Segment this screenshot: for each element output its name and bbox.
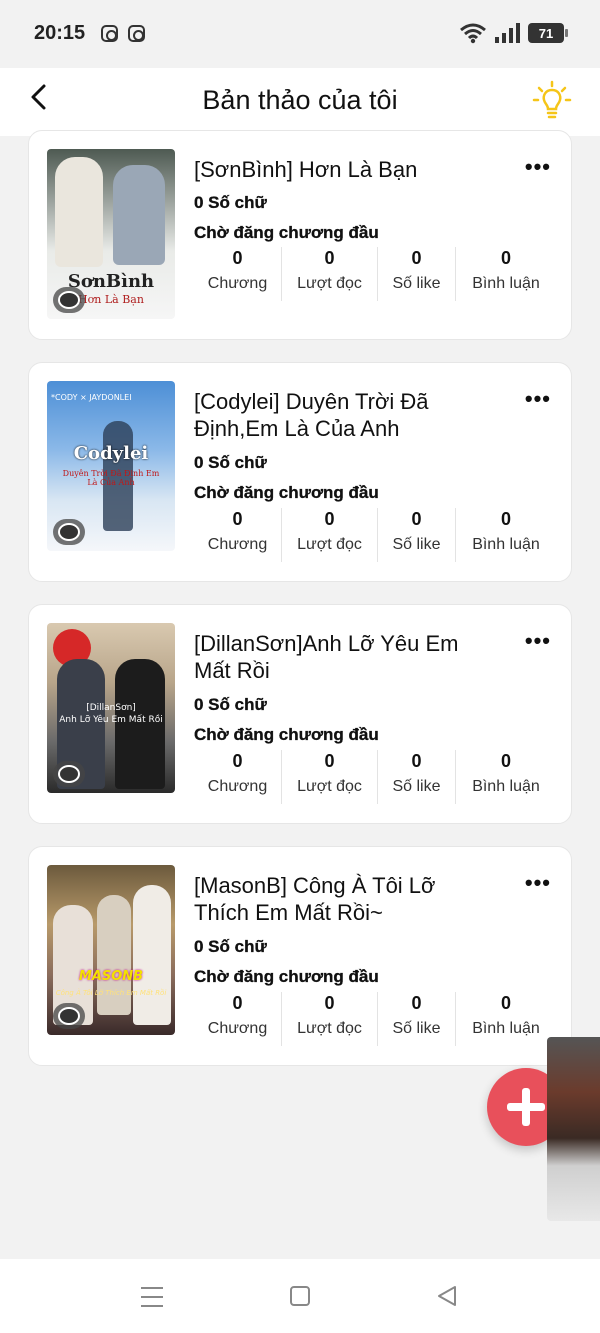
stat-likes: 0 Số like: [378, 508, 456, 562]
stat-reads: 0 Lượt đọc: [282, 750, 378, 804]
cover-title: Codylei: [73, 443, 149, 464]
nav-back-icon[interactable]: [436, 1285, 458, 1307]
more-horizontal-icon[interactable]: •••: [525, 630, 551, 652]
stat-comments: 0 Bình luận: [472, 993, 540, 1037]
story-title[interactable]: [DillanSơn]Anh Lỡ Yêu Em Mất Rồi: [194, 630, 494, 684]
story-cover: [DillanSơn] Anh Lỡ Yêu Em Mất Rồi: [47, 623, 175, 793]
word-count: 0 Số chữ: [194, 937, 267, 956]
stat-likes: 0 Số like: [378, 750, 456, 804]
stat-comments: 0 Bình luận: [472, 248, 540, 292]
recent-apps-icon[interactable]: [141, 1287, 163, 1307]
story-stats: 0 Chương 0 Lượt đọc 0 Số like 0 Bình luận: [194, 992, 564, 1046]
word-count: 0 Số chữ: [194, 453, 267, 472]
draft-status: Chờ đăng chương đầu: [194, 967, 379, 986]
story-cover: *CODY × JAYDONLEI Codylei Duyên Trời Đã …: [47, 381, 175, 551]
wifi-icon: [460, 23, 486, 44]
comment-bubble-icon: [53, 761, 85, 787]
plus-icon: [507, 1088, 545, 1126]
cover-tag: *CODY × JAYDONLEI: [51, 393, 132, 402]
story-title[interactable]: [MasonB] Công À Tôi Lỡ Thích Em Mất Rồi~: [194, 872, 494, 926]
story-title[interactable]: [SơnBình] Hơn Là Bạn: [194, 156, 494, 183]
story-title[interactable]: [Codylei] Duyên Trời Đã Định,Em Là Của A…: [194, 388, 494, 442]
more-horizontal-icon[interactable]: •••: [525, 872, 551, 894]
comment-bubble-icon: [53, 519, 85, 545]
cover-subtitle: Công À Tôi Lỡ Thích Em Mất Rồi: [55, 989, 167, 997]
draft-status: Chờ đăng chương đầu: [194, 223, 379, 242]
more-horizontal-icon[interactable]: •••: [525, 388, 551, 410]
comment-bubble-icon: [53, 1003, 85, 1029]
stat-chapters: 0 Chương: [194, 247, 282, 301]
draft-status: Chờ đăng chương đầu: [194, 725, 379, 744]
draft-card[interactable]: *CODY × JAYDONLEI Codylei Duyên Trời Đã …: [28, 362, 572, 582]
status-icons: 71: [459, 22, 568, 44]
word-count: 0 Số chữ: [194, 193, 267, 212]
instagram-icon: [128, 25, 145, 42]
draft-status: Chờ đăng chương đầu: [194, 483, 379, 502]
battery-icon: 71: [528, 23, 568, 43]
story-cover: SơnBình Hơn Là Bạn: [47, 149, 175, 319]
draft-card[interactable]: MASONB Công À Tôi Lỡ Thích Em Mất Rồi [M…: [28, 846, 572, 1066]
cover-title: MASONB: [78, 969, 144, 984]
story-stats: 0 Chương 0 Lượt đọc 0 Số like 0 Bình luận: [194, 750, 564, 804]
story-cover: MASONB Công À Tôi Lỡ Thích Em Mất Rồi: [47, 865, 175, 1035]
lightbulb-icon[interactable]: [532, 80, 572, 120]
draft-card[interactable]: SơnBình Hơn Là Bạn [SơnBình] Hơn Là Bạn …: [28, 130, 572, 340]
stat-reads: 0 Lượt đọc: [282, 992, 378, 1046]
status-time: 20:15: [34, 22, 86, 44]
stat-likes: 0 Số like: [378, 992, 456, 1046]
stat-chapters: 0 Chương: [194, 992, 282, 1046]
floating-video-preview[interactable]: [547, 1037, 600, 1221]
page-title: Bản thảo của tôi: [202, 85, 398, 115]
home-icon[interactable]: [290, 1286, 310, 1306]
status-bar: 20:15 71: [0, 0, 600, 68]
stat-reads: 0 Lượt đọc: [282, 247, 378, 301]
stat-likes: 0 Số like: [378, 247, 456, 301]
comment-bubble-icon: [53, 287, 85, 313]
instagram-icon: [101, 25, 118, 42]
app-header: Bản thảo của tôi: [0, 68, 600, 136]
cover-subtitle: Anh Lỡ Yêu Em Mất Rồi: [59, 715, 163, 725]
stat-chapters: 0 Chương: [194, 508, 282, 562]
word-count: 0 Số chữ: [194, 695, 267, 714]
stat-comments: 0 Bình luận: [472, 751, 540, 795]
signal-icon: [495, 23, 520, 43]
draft-card[interactable]: [DillanSơn] Anh Lỡ Yêu Em Mất Rồi [Dilla…: [28, 604, 572, 824]
stat-chapters: 0 Chương: [194, 750, 282, 804]
more-horizontal-icon[interactable]: •••: [525, 156, 551, 178]
story-stats: 0 Chương 0 Lượt đọc 0 Số like 0 Bình luận: [194, 508, 564, 562]
stat-reads: 0 Lượt đọc: [282, 508, 378, 562]
story-stats: 0 Chương 0 Lượt đọc 0 Số like 0 Bình luận: [194, 247, 564, 301]
stat-comments: 0 Bình luận: [472, 509, 540, 553]
cover-title: [DillanSơn]: [86, 703, 136, 713]
system-nav-bar: [0, 1259, 600, 1333]
cover-subtitle: Duyên Trời Đã Định Em Là Của Anh: [62, 469, 160, 487]
